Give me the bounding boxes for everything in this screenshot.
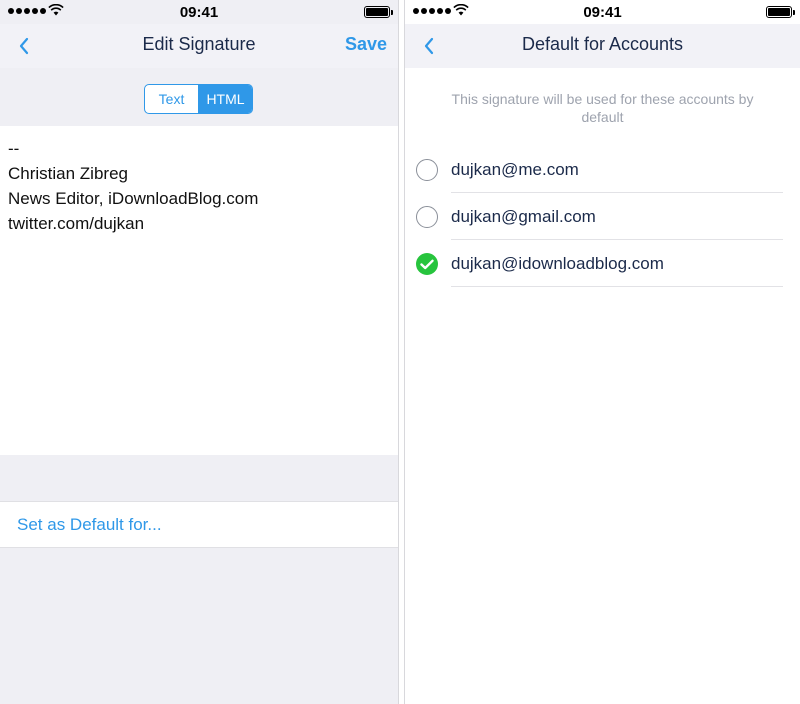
battery-icon bbox=[364, 6, 393, 18]
signature-line: News Editor, iDownloadBlog.com bbox=[8, 189, 259, 208]
status-time: 09:41 bbox=[179, 4, 219, 21]
account-row[interactable]: dujkan@idownloadblog.com bbox=[405, 240, 800, 287]
format-segmented-control: Text HTML bbox=[144, 84, 253, 114]
save-button[interactable]: Save bbox=[345, 34, 387, 55]
account-row[interactable]: dujkan@gmail.com bbox=[405, 193, 800, 240]
set-default-label: Set as Default for... bbox=[17, 515, 162, 534]
set-default-row[interactable]: Set as Default for... bbox=[0, 501, 398, 548]
battery-icon bbox=[766, 6, 795, 18]
checkmark-icon bbox=[416, 253, 438, 275]
row-separator bbox=[451, 286, 783, 287]
accounts-list: dujkan@me.com dujkan@gmail.com dujkan@id… bbox=[405, 146, 800, 287]
radio-unchecked-icon bbox=[416, 159, 438, 181]
status-bar: 09:41 bbox=[0, 0, 398, 24]
account-email: dujkan@gmail.com bbox=[451, 207, 596, 226]
status-bar: 09:41 bbox=[405, 0, 800, 24]
segment-text[interactable]: Text bbox=[145, 85, 198, 113]
accounts-hint: This signature will be used for these ac… bbox=[451, 91, 754, 125]
account-row[interactable]: dujkan@me.com bbox=[405, 146, 800, 193]
edit-signature-screen: 09:41 Edit Signature Save Text HTML -- C… bbox=[0, 0, 398, 704]
segment-html[interactable]: HTML bbox=[198, 85, 252, 113]
page-title: Edit Signature bbox=[142, 34, 256, 54]
signature-editor[interactable]: -- Christian Zibreg News Editor, iDownlo… bbox=[0, 126, 398, 455]
signature-line: Christian Zibreg bbox=[8, 164, 128, 183]
account-email: dujkan@me.com bbox=[451, 160, 579, 179]
status-time: 09:41 bbox=[583, 4, 622, 21]
radio-unchecked-icon bbox=[416, 206, 438, 228]
signature-line: twitter.com/dujkan bbox=[8, 214, 145, 233]
nav-bar: Default for Accounts bbox=[405, 24, 800, 68]
screen-divider bbox=[398, 0, 405, 704]
signature-line: -- bbox=[8, 139, 20, 158]
page-title: Default for Accounts bbox=[521, 34, 684, 54]
nav-bar: Edit Signature Save bbox=[0, 24, 398, 68]
account-email: dujkan@idownloadblog.com bbox=[451, 254, 664, 273]
default-for-accounts-screen: 09:41 Default for Accounts This signatur… bbox=[405, 0, 800, 704]
